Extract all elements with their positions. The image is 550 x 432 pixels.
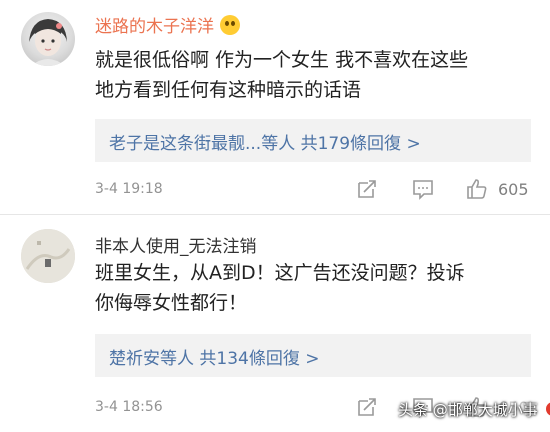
timestamp: 3-4 19:18	[95, 181, 163, 197]
avatar[interactable]	[21, 12, 75, 66]
comment-text-line: 你侮辱女性都行！	[95, 292, 248, 314]
repost-icon[interactable]	[356, 178, 378, 200]
username-text[interactable]: 非本人使用_无法注销	[95, 237, 257, 257]
comment-text: 就是很低俗啊 作为一个女生 我不喜欢在这些 地方看到任何有这种暗示的话语	[95, 45, 535, 105]
view-replies-link[interactable]: 老子是这条街最靓...等人 共179條回復 >	[109, 129, 421, 154]
username[interactable]: 非本人使用_无法注销	[95, 232, 257, 257]
like-count: 605	[498, 180, 529, 199]
comment-text-line: 就是很低俗啊 作为一个女生 我不喜欢在这些	[95, 49, 469, 71]
avatar[interactable]	[21, 229, 75, 283]
comment-text: 班里女生，从A到D！这广告还没问题？投诉 你侮辱女性都行！	[95, 258, 535, 318]
watermark: 头条 @邯郸大城小事	[398, 394, 550, 424]
comment-text-line: 地方看到任何有这种暗示的话语	[95, 79, 362, 101]
comment-item: 迷路的木子洋洋 就是很低俗啊 作为一个女生 我不喜欢在这些 地方看到任何有这种暗…	[0, 0, 550, 215]
watermark-logo-icon	[543, 400, 550, 418]
thumbs-up-icon[interactable]	[466, 178, 488, 200]
repost-icon[interactable]	[356, 396, 378, 418]
replies-box[interactable]: 楚祈安等人 共134條回復 >	[95, 334, 531, 377]
comment-text-line: 班里女生，从A到D！这广告还没问题？投诉	[95, 262, 465, 284]
comment-icon[interactable]	[412, 178, 434, 200]
view-replies-link[interactable]: 楚祈安等人 共134條回復 >	[109, 344, 320, 369]
timestamp: 3-4 18:56	[95, 399, 163, 415]
watermark-text: 头条 @邯郸大城小事	[398, 400, 538, 419]
replies-box[interactable]: 老子是这条街最靓...等人 共179條回復 >	[95, 119, 531, 162]
username-text[interactable]: 迷路的木子洋洋	[95, 17, 214, 37]
username[interactable]: 迷路的木子洋洋	[95, 12, 240, 37]
emoji-face-icon	[220, 15, 240, 35]
